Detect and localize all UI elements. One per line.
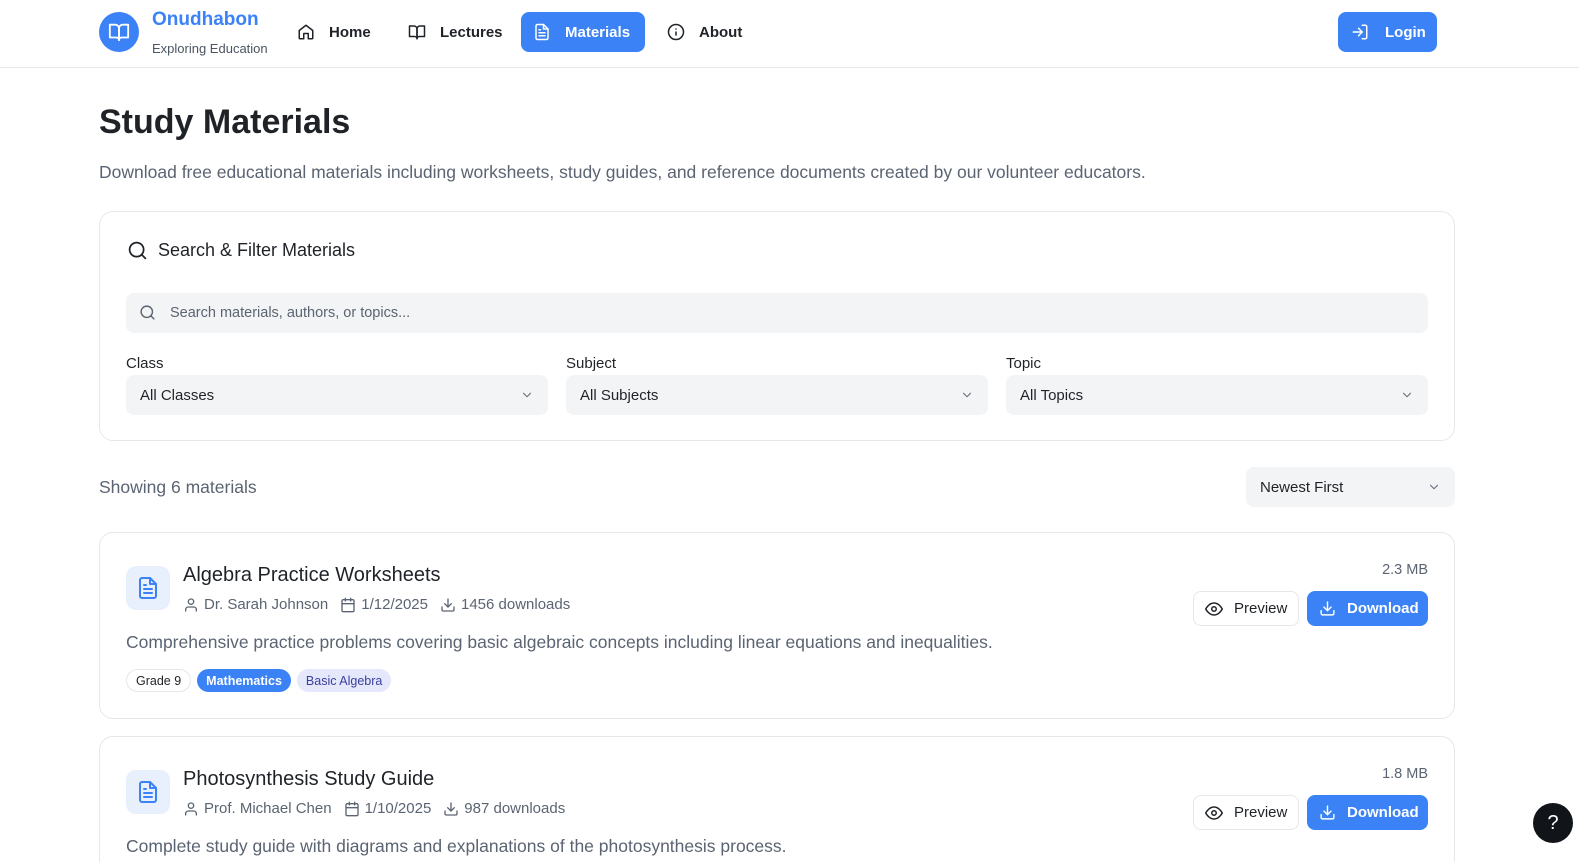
- preview-label: Preview: [1234, 600, 1288, 617]
- page-title: Study Materials: [99, 103, 351, 141]
- nav-about[interactable]: About: [655, 12, 754, 52]
- class-select[interactable]: All Classes: [126, 375, 548, 415]
- nav-materials[interactable]: Materials: [521, 12, 645, 52]
- sort-select[interactable]: Newest First: [1246, 467, 1455, 507]
- material-card: Algebra Practice Worksheets Dr. Sarah Jo…: [99, 532, 1455, 719]
- author-meta: Prof. Michael Chen: [183, 800, 332, 817]
- brand-tagline: Exploring Education: [152, 41, 268, 56]
- info-icon: [667, 23, 685, 41]
- help-button[interactable]: ?: [1533, 803, 1573, 843]
- login-label: Login: [1385, 23, 1426, 41]
- date-meta: 1/10/2025: [344, 800, 432, 817]
- download-icon: [1320, 601, 1335, 616]
- eye-icon: [1205, 805, 1223, 820]
- search-input[interactable]: [170, 293, 1410, 333]
- subject-select[interactable]: All Subjects: [566, 375, 988, 415]
- material-date: 1/10/2025: [364, 800, 432, 817]
- nav-home-label: Home: [329, 23, 371, 41]
- file-text-icon: [535, 23, 549, 41]
- file-text-icon: [139, 577, 157, 599]
- document-icon-badge: [126, 566, 170, 610]
- material-author: Dr. Sarah Johnson: [204, 596, 329, 613]
- user-icon: [185, 801, 197, 816]
- search-icon: [140, 305, 155, 320]
- nav-home[interactable]: Home: [285, 12, 383, 52]
- search-box: [126, 293, 1428, 333]
- preview-button[interactable]: Preview: [1193, 795, 1299, 830]
- download-button[interactable]: Download: [1307, 795, 1428, 830]
- grade-tag: Grade 9: [126, 669, 192, 692]
- calendar-icon: [344, 801, 359, 816]
- calendar-icon: [341, 597, 355, 612]
- material-date: 1/12/2025: [361, 596, 428, 613]
- filter-heading-text: Search & Filter Materials: [158, 240, 356, 260]
- material-meta: Dr. Sarah Johnson 1/12/2025 1456 downloa…: [183, 596, 582, 613]
- eye-icon: [1205, 601, 1223, 616]
- download-label: Download: [1347, 804, 1419, 821]
- chevron-down-icon: [962, 392, 972, 398]
- chevron-down-icon: [522, 392, 532, 398]
- download-icon: [1320, 805, 1335, 820]
- material-description: Complete study guide with diagrams and e…: [126, 836, 787, 856]
- top-navbar: Onudhabon Exploring Education Home Lectu…: [0, 0, 1579, 68]
- preview-label: Preview: [1234, 804, 1288, 821]
- download-label: Download: [1347, 600, 1419, 617]
- topic-tag: Basic Algebra: [296, 669, 392, 692]
- class-select-value: All Classes: [140, 386, 215, 404]
- brand-logo[interactable]: [99, 12, 139, 52]
- home-icon: [298, 24, 314, 40]
- material-size: 2.3 MB: [1382, 562, 1428, 578]
- nav-lectures-label: Lectures: [440, 23, 503, 41]
- file-text-icon: [139, 781, 157, 803]
- nav-materials-label: Materials: [565, 23, 631, 41]
- login-button[interactable]: Login: [1338, 12, 1437, 52]
- material-size: 1.8 MB: [1382, 766, 1428, 782]
- subject-tag: Mathematics: [197, 669, 291, 692]
- log-in-icon: [1352, 24, 1368, 40]
- material-meta: Prof. Michael Chen 1/10/2025 987 downloa…: [183, 800, 577, 817]
- preview-button[interactable]: Preview: [1193, 591, 1299, 626]
- author-meta: Dr. Sarah Johnson: [183, 596, 328, 613]
- nav-lectures[interactable]: Lectures: [396, 12, 515, 52]
- material-downloads: 1456 downloads: [460, 596, 571, 613]
- sort-select-value: Newest First: [1260, 478, 1344, 496]
- date-meta: 1/12/2025: [340, 596, 428, 613]
- subject-select-value: All Subjects: [580, 386, 659, 404]
- downloads-meta: 1456 downloads: [440, 596, 570, 613]
- topic-filter-label: Topic: [1006, 355, 1042, 372]
- filter-heading: Search & Filter Materials: [127, 240, 355, 261]
- download-icon: [444, 801, 458, 816]
- material-tags: Grade 9 Mathematics Basic Algebra: [126, 669, 392, 692]
- material-author: Prof. Michael Chen: [204, 800, 332, 817]
- topic-select-value: All Topics: [1020, 386, 1084, 404]
- user-icon: [185, 597, 197, 612]
- results-count: Showing 6 materials: [99, 477, 257, 497]
- material-title[interactable]: Photosynthesis Study Guide: [183, 768, 434, 791]
- search-icon: [128, 241, 147, 260]
- chevron-down-icon: [1429, 484, 1439, 490]
- material-title[interactable]: Algebra Practice Worksheets: [183, 564, 441, 587]
- material-description: Comprehensive practice problems covering…: [126, 632, 993, 652]
- subject-filter-label: Subject: [566, 355, 617, 372]
- document-icon-badge: [126, 770, 170, 814]
- brand-name[interactable]: Onudhabon: [152, 9, 259, 31]
- filter-card: Search & Filter Materials Class All Clas…: [99, 211, 1455, 441]
- book-open-icon: [408, 25, 426, 40]
- downloads-meta: 987 downloads: [443, 800, 565, 817]
- material-card: Photosynthesis Study Guide Prof. Michael…: [99, 736, 1455, 862]
- chevron-down-icon: [1402, 392, 1412, 398]
- download-button[interactable]: Download: [1307, 591, 1428, 626]
- nav-about-label: About: [699, 23, 743, 41]
- page-description: Download free educational materials incl…: [99, 162, 1146, 182]
- download-icon: [441, 597, 455, 612]
- topic-select[interactable]: All Topics: [1006, 375, 1428, 415]
- material-downloads: 987 downloads: [464, 800, 566, 817]
- book-open-icon: [108, 23, 130, 42]
- class-filter-label: Class: [126, 355, 164, 372]
